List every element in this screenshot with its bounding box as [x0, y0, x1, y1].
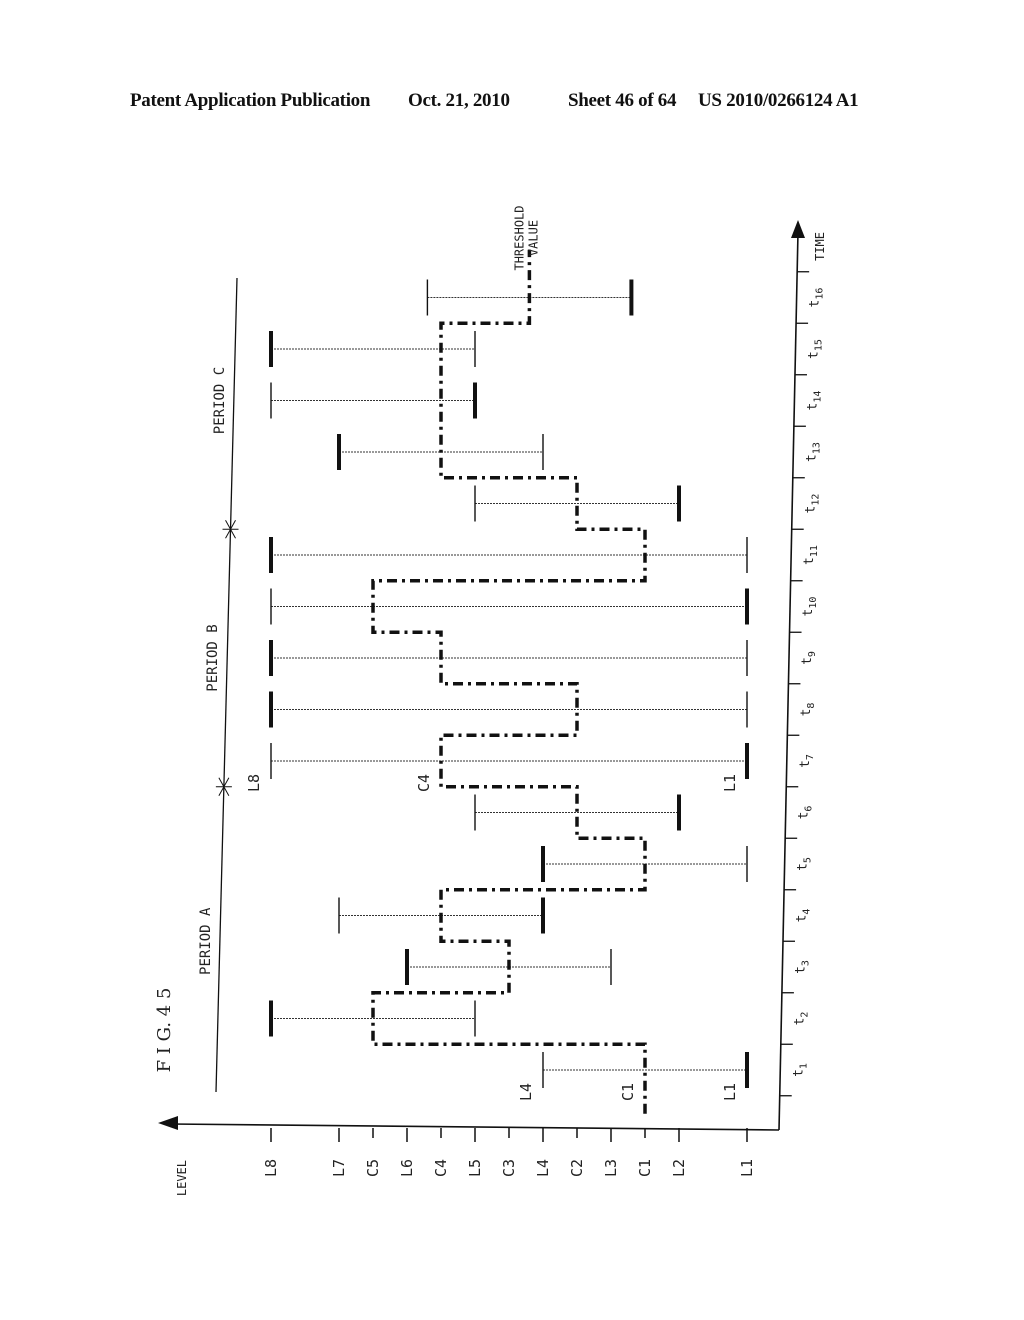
annotation-l1-5: L1 [721, 774, 739, 792]
threshold-label: THRESHOLD [512, 205, 526, 270]
level-tick-label-l3: L3 [602, 1159, 620, 1177]
time-axis-line [778, 231, 799, 1131]
range-bar-t15 [269, 331, 476, 367]
level-tick-label-c5: C5 [364, 1159, 382, 1177]
range-bar-t10 [270, 588, 749, 625]
period-label-a: PERIOD A [198, 907, 214, 975]
threshold-step-path [371, 249, 647, 1114]
annotation-c4-4: C4 [415, 774, 433, 792]
time-tick-label-t14: t14 [805, 391, 823, 411]
threshold-step-line [371, 249, 647, 1114]
level-tick-label-l7: L7 [330, 1159, 348, 1177]
period-label-c: PERIOD C [212, 367, 228, 434]
range-bar-t14 [270, 382, 477, 419]
time-axis-label: TIME [813, 232, 827, 261]
time-tick-label-t10: t10 [801, 597, 819, 617]
range-bar-t7 [270, 743, 749, 779]
annotation-l1-2: L1 [721, 1083, 739, 1101]
level-tick-label-c2: C2 [568, 1159, 586, 1177]
time-tick-label-t1: t1 [791, 1063, 809, 1077]
time-tick-label-t4: t4 [795, 909, 813, 923]
level-tick-label-c4: C4 [432, 1159, 450, 1177]
figure-45: LEVEL TIME L1 L2 C1 L3 C2 L4 C3 L5 C4 L6 C5 L7 L8 t1 t2 t… [154, 205, 827, 1196]
annotation-l4-0: L4 [517, 1083, 535, 1101]
figure-title: F I G. 4 5 [154, 988, 175, 1073]
range-bar-t8 [269, 691, 748, 728]
time-tick-label-t3: t3 [793, 960, 811, 974]
level-tick-label-c3: C3 [500, 1159, 518, 1177]
time-tick-label-t9: t9 [800, 651, 818, 665]
time-tick-label-t6: t6 [797, 806, 815, 820]
level-tick-label-c1: C1 [636, 1159, 654, 1177]
range-bar-t11 [269, 537, 748, 573]
annotation-l8-3: L8 [245, 774, 263, 792]
time-tick-label-t15: t15 [807, 339, 825, 359]
threshold-label-2: VALUE [526, 220, 540, 256]
period-markers: PERIOD A PERIOD B PERIOD C [198, 277, 239, 1093]
level-axis-arrow-icon [158, 1116, 178, 1130]
time-tick-label-t12: t12 [803, 494, 821, 514]
level-axis-label: LEVEL [175, 1160, 189, 1196]
level-tick-label-l6: L6 [398, 1159, 416, 1177]
annotation-c1-1: C1 [619, 1083, 637, 1101]
time-tick-label-t13: t13 [804, 442, 822, 462]
time-tick-label-t5: t5 [796, 857, 814, 871]
level-tick-label-l8: L8 [262, 1159, 280, 1177]
level-tick-label-l2: L2 [670, 1159, 688, 1177]
axes: LEVEL TIME L1 L2 C1 L3 C2 L4 C3 L5 C4 L6 C5 L7 L8 t1 t2 t… [158, 220, 827, 1196]
time-axis-arrow-icon [791, 220, 805, 238]
time-tick-label-t2: t2 [792, 1012, 810, 1026]
level-tick-label-l5: L5 [466, 1159, 484, 1177]
range-bar-t9 [269, 640, 748, 676]
time-tick-label-t16: t16 [808, 288, 826, 308]
time-tick-label-t11: t11 [802, 545, 820, 565]
level-tick-label-l4: L4 [534, 1159, 552, 1177]
level-tick-label-l1: L1 [738, 1159, 756, 1177]
time-tick-label-t8: t8 [799, 703, 817, 717]
time-tick-label-t7: t7 [798, 754, 816, 768]
period-label-b: PERIOD B [205, 624, 221, 691]
